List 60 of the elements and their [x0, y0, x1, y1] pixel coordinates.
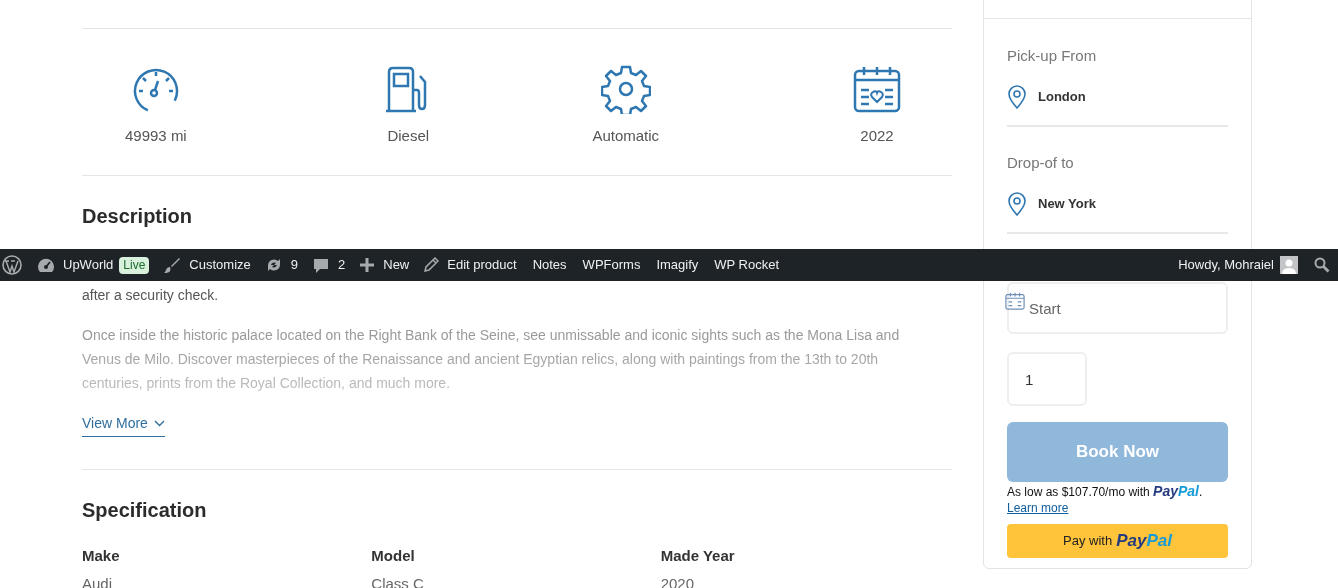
- toolbar-item[interactable]: Imagify: [647, 249, 706, 281]
- toolbar-label: Notes: [532, 256, 567, 275]
- toolbar-label: UpWorld: [63, 256, 114, 275]
- toolbar-label: Customize: [189, 256, 251, 275]
- paypal-message: As low as $107.70/mo with PayPal.: [1007, 484, 1203, 500]
- location-pin-icon: [1007, 192, 1027, 216]
- field-label: Make: [82, 546, 120, 566]
- account-menu[interactable]: Howdy, Mohraiel: [1170, 249, 1306, 281]
- toolbar-label: 2: [338, 256, 346, 275]
- paypal-logo: PayPal: [1116, 530, 1172, 553]
- paypal-button[interactable]: Pay with PayPal: [1007, 524, 1228, 558]
- spec-label: Automatic: [592, 126, 660, 146]
- toolbar-item[interactable]: UpWorld Live: [30, 249, 157, 281]
- toolbar-label: WPForms: [582, 256, 641, 275]
- paintbrush-icon: [163, 256, 182, 274]
- toolbar-item[interactable]: 2: [305, 249, 353, 281]
- toolbar-label: New: [383, 256, 410, 275]
- wordpress-icon: [2, 255, 22, 275]
- location-label: Pick-up From: [1007, 46, 1097, 66]
- toolbar-item[interactable]: 9: [257, 249, 305, 281]
- toolbar-item[interactable]: Customize: [156, 249, 258, 281]
- field-label: Model: [371, 546, 415, 566]
- spec-label: Diesel: [387, 126, 430, 146]
- description-text: Once inside the historic palace located on the Right Bank of the Seine, see unmissable and iconic sights such as the Mona Lisa and Venus de Milo. Discover masterpieces of the Renaissance and ancient Egyptian relics, along with paintings from the 13th to 20th centuries, prints from the Royal Collection, and much more.: [82, 326, 901, 393]
- toolbar-label: Edit product: [447, 256, 517, 275]
- calendar-icon: [1005, 291, 1025, 311]
- view-more-link[interactable]: View More: [82, 413, 165, 437]
- start-date-field[interactable]: Start: [1007, 282, 1228, 334]
- location-pin-icon: [1007, 85, 1027, 109]
- toolbar-label: Imagify: [656, 256, 699, 275]
- paypal-logo: PayPal: [1153, 483, 1199, 499]
- search-icon: [1314, 257, 1330, 273]
- chevron-down-icon: [153, 420, 165, 427]
- toolbar-item[interactable]: WP Rocket: [705, 249, 787, 281]
- learn-more-link[interactable]: Learn more: [1007, 500, 1069, 516]
- avatar-icon: [1280, 256, 1298, 274]
- calendar-heart-icon: [852, 64, 902, 114]
- toolbar-item[interactable]: Notes: [523, 249, 574, 281]
- plus-icon: [359, 257, 376, 273]
- greeting-text: Howdy, Mohraiel: [1178, 256, 1274, 275]
- status-badge: Live: [119, 256, 150, 274]
- section-heading: Specification: [82, 498, 208, 523]
- toolbar-label: WP Rocket: [714, 256, 780, 275]
- location-value: New York: [1038, 195, 1097, 214]
- description-text: after a security check.: [82, 286, 219, 305]
- quantity-field[interactable]: 1: [1007, 352, 1087, 406]
- toolbar-item[interactable]: Edit product: [416, 249, 524, 281]
- pencil-icon: [423, 257, 440, 273]
- field-label: Made Year: [660, 546, 735, 566]
- gear-icon: [600, 64, 651, 114]
- gauge-icon: [37, 256, 55, 274]
- spec-label: 2022: [860, 126, 894, 146]
- toolbar-item[interactable]: WPForms: [573, 249, 648, 281]
- comment-icon: [312, 256, 330, 274]
- spec-label: 49993 mi: [125, 126, 187, 146]
- section-heading: Description: [82, 204, 194, 229]
- toolbar-label: 9: [290, 256, 298, 275]
- location-label: Drop-of to: [1007, 153, 1074, 173]
- location-value: London: [1038, 88, 1086, 107]
- toolbar-item[interactable]: New: [352, 249, 417, 281]
